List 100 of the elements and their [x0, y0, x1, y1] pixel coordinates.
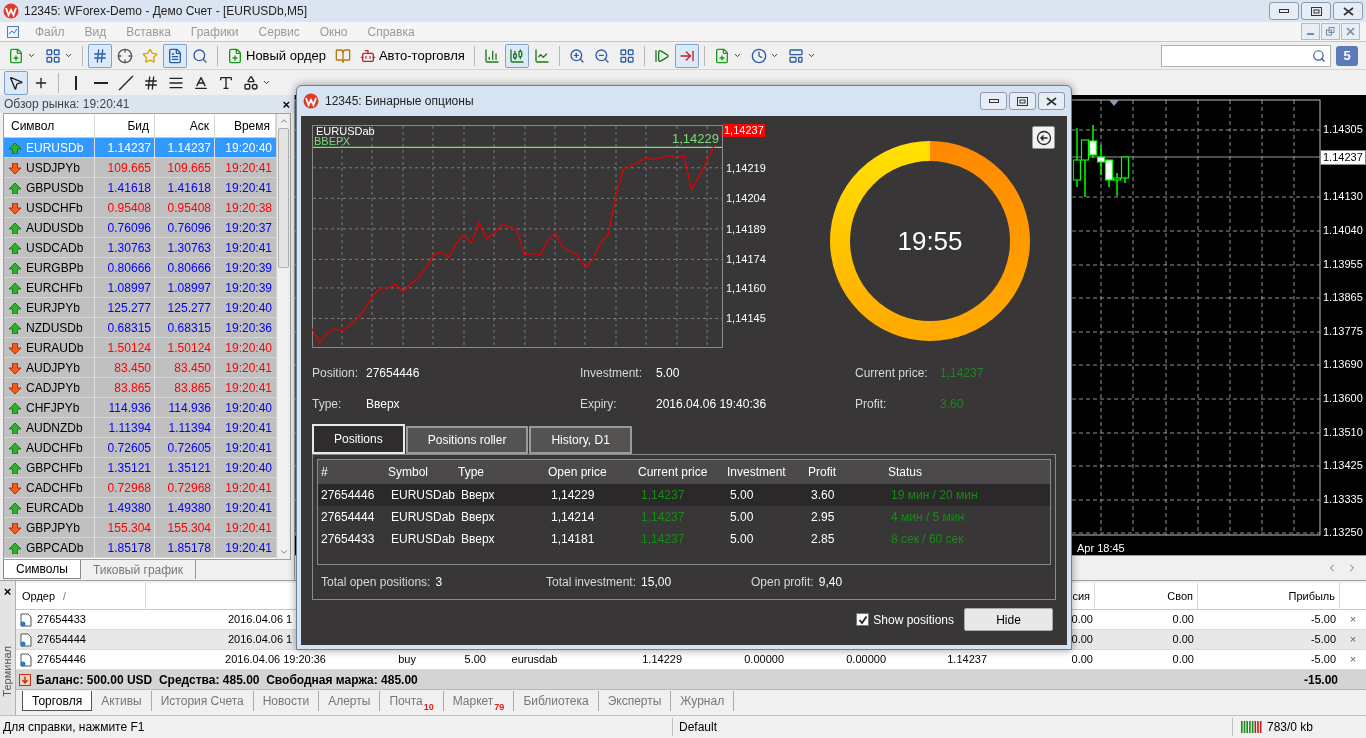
symbol-name: EURCADb — [26, 500, 84, 517]
tab[interactable]: Positions roller — [405, 426, 529, 454]
symbol-row[interactable]: EURJPYb 125.277 125.277 19:20:40 — [4, 298, 276, 318]
column-header[interactable]: Бид — [95, 114, 155, 137]
table-cell-text: 0.00 — [1172, 612, 1194, 628]
close-button[interactable]: × — [282, 97, 290, 111]
symbol-row[interactable]: EURGBPb 0.80666 0.80666 19:20:39 — [4, 258, 276, 278]
scroll-thumb[interactable] — [278, 128, 289, 268]
symbol-row[interactable]: AUDCHFb 0.72605 0.72605 19:20:41 — [4, 438, 276, 458]
robot-button[interactable]: Авто-торговля — [355, 43, 469, 68]
symbol-name: EURUSDb — [26, 140, 84, 157]
terminal-tab[interactable]: Библиотека — [514, 691, 599, 711]
terminal-label: Терминал — [0, 646, 15, 697]
marker-icon — [1109, 100, 1119, 106]
close-button[interactable] — [1038, 92, 1065, 110]
profile-name: Default — [672, 717, 1232, 736]
symbol-row[interactable]: CADCHFb 0.72968 0.72968 19:20:41 — [4, 478, 276, 498]
symbol-row[interactable]: EURCHFb 1.08997 1.08997 19:20:39 — [4, 278, 276, 298]
minimize-button[interactable] — [980, 92, 1007, 110]
terminal-tab[interactable]: Эксперты — [598, 691, 672, 711]
symbol-name: AUDJPYb — [26, 360, 81, 377]
symbol-row[interactable]: GBPJPYb 155.304 155.304 19:20:41 — [4, 518, 276, 538]
symbol-row[interactable]: EURCADb 1.49380 1.49380 19:20:41 — [4, 498, 276, 518]
close-button[interactable]: × — [1340, 631, 1366, 648]
symbol-row[interactable]: AUDJPYb 83.450 83.450 19:20:41 — [4, 358, 276, 378]
column-header[interactable]: Ордер — [22, 588, 56, 605]
bid-price: 1.85178 — [95, 538, 155, 558]
arrow-up-icon — [9, 282, 21, 294]
file-button[interactable]: Новый ордер — [223, 43, 330, 68]
symbol-row[interactable]: EURAUDb 1.50124 1.50124 19:20:40 — [4, 338, 276, 358]
terminal-tab[interactable]: Алерты — [319, 691, 381, 711]
close-button[interactable]: × — [3, 585, 12, 598]
position-row[interactable]: 27654446 EURUSDab Вверх 1,14229 1,14237 5.00 3.60 19 мин / 20 мин — [318, 484, 1050, 506]
column-header[interactable]: Символ — [4, 114, 95, 137]
shapes-icon — [243, 74, 259, 91]
terminal-tab[interactable]: Торговля — [22, 691, 93, 711]
column-header[interactable]: Symbol — [388, 463, 458, 481]
field-label: Current price: — [855, 364, 929, 382]
field-value: 1,14237 — [940, 364, 984, 382]
back-button[interactable] — [1032, 126, 1055, 149]
arrow-to-line-button[interactable] — [674, 43, 699, 68]
panel-tab[interactable]: Символы — [3, 560, 81, 579]
notification-badge[interactable]: 5 — [1336, 45, 1358, 66]
quote-time: 19:20:40 — [224, 140, 273, 157]
column-header[interactable]: Status — [888, 463, 1050, 481]
panel-tab[interactable]: Тиковый график — [80, 560, 197, 579]
search-field[interactable] — [1161, 44, 1331, 67]
minimize-button[interactable] — [1269, 2, 1299, 20]
terminal-tab[interactable]: Почта$_{10}$ — [380, 691, 444, 711]
terminal-tab[interactable]: Журнал — [671, 691, 735, 711]
total-value: 3 — [435, 574, 443, 591]
column-header[interactable]: Profit — [808, 463, 888, 481]
document-button[interactable] — [163, 43, 187, 68]
column-header[interactable]: Type — [458, 463, 548, 481]
column-header[interactable]: Open price — [548, 463, 638, 481]
tab[interactable]: Positions — [312, 424, 405, 454]
candlestick-button[interactable] — [504, 43, 529, 68]
position-row[interactable]: 27654444 EURUSDab Вверх 1,14214 1,14237 5.00 2.95 4 мин / 5 мин — [318, 506, 1050, 528]
terminal-tab[interactable]: Новости — [253, 691, 320, 711]
symbol-row[interactable]: AUDUSDb 0.76096 0.76096 19:20:37 — [4, 218, 276, 238]
symbol-row[interactable]: CADJPYb 83.865 83.865 19:20:41 — [4, 378, 276, 398]
table-cell-text: EURUSDab — [390, 531, 457, 548]
close-button[interactable]: × — [1340, 651, 1366, 668]
table-cell-text: -5.00 — [1310, 612, 1336, 628]
symbol-row[interactable]: USDCHFb 0.95408 0.95408 19:20:38 — [4, 198, 276, 218]
maximize-button[interactable] — [1301, 2, 1331, 20]
maximize-button[interactable] — [1009, 92, 1036, 110]
book-icon — [334, 47, 351, 64]
table-button[interactable] — [88, 43, 112, 68]
symbol-row[interactable]: GBPCHFb 1.35121 1.35121 19:20:40 — [4, 458, 276, 478]
symbol-row[interactable]: GBPUSDb 1.41618 1.41618 19:20:41 — [4, 178, 276, 198]
zoom-out-icon — [593, 47, 610, 64]
checkbox[interactable] — [856, 613, 870, 626]
maximize-icon — [1017, 96, 1028, 106]
symbol-row[interactable]: USDCADb 1.30763 1.30763 19:20:41 — [4, 238, 276, 258]
terminal-tab[interactable]: Активы — [92, 691, 152, 711]
pointer-button[interactable] — [4, 70, 28, 95]
close-button[interactable] — [1333, 2, 1363, 20]
hide-button[interactable]: Hide — [964, 608, 1053, 631]
symbol-row[interactable]: NZDUSDb 0.68315 0.68315 19:20:36 — [4, 318, 276, 338]
terminal-tab[interactable]: История Счета — [151, 691, 254, 711]
table-cell-text: 5.00 — [729, 487, 755, 504]
column-header[interactable]: Current price — [638, 463, 727, 481]
symbol-row[interactable]: AUDNZDb 1.11394 1.11394 19:20:41 — [4, 418, 276, 438]
symbol-row[interactable]: USDJPYb 109.665 109.665 19:20:41 — [4, 158, 276, 178]
axis-label: 1.13600 — [1323, 393, 1363, 404]
column-header[interactable]: Investment — [727, 463, 808, 481]
close-button[interactable]: × — [1340, 611, 1366, 628]
column-header[interactable]: Аск — [155, 114, 215, 137]
symbol-row[interactable]: CHFJPYb 114.936 114.936 19:20:40 — [4, 398, 276, 418]
order-row[interactable]: 27654446 2016.04.06 19:20:36 buy 5.00 eurusdab 1.14229 0.00000 0.00000 1.14237 0.00 0.00 -5.00 × — [16, 650, 1366, 670]
column-header[interactable]: # — [321, 463, 388, 481]
field-value: 2016.04.06 19:40:36 — [656, 395, 767, 413]
tab[interactable]: History, D1 — [529, 426, 632, 454]
symbol-row[interactable]: GBPCADb 1.85178 1.85178 19:20:41 — [4, 538, 276, 558]
status-text: Для справки, нажмите F1 — [2, 718, 146, 736]
quote-time: 19:20:40 — [224, 300, 273, 317]
position-row[interactable]: 27654433 EURUSDab Вверх 1,14181 1,14237 5.00 2.85 8 сек / 60 сек — [318, 528, 1050, 550]
terminal-tab[interactable]: Маркет$_{79}$ — [443, 691, 515, 711]
table-cell-text: 2.85 — [810, 531, 836, 548]
